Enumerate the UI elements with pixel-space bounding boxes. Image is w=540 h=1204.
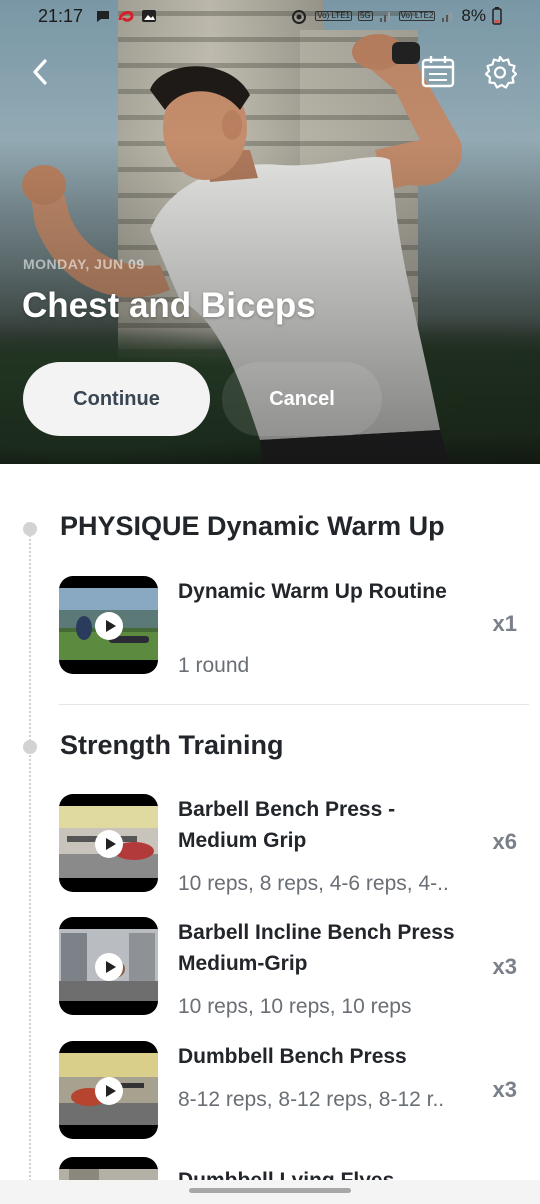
volte-1-badge: Vo) LTE1 xyxy=(315,11,352,21)
exercise-name: Dynamic Warm Up Routine xyxy=(178,580,447,603)
workout-content[interactable]: PHYSIQUE Dynamic Warm Up Dynamic Warm Up… xyxy=(0,464,540,1204)
back-button[interactable] xyxy=(18,50,62,94)
exercise-item[interactable]: Barbell Incline Bench Press Medium-Grip … xyxy=(59,917,529,1018)
exercise-detail: 10 reps, 8 reps, 4-6 reps, 4-.. xyxy=(178,872,449,895)
exercise-count: x6 xyxy=(492,829,517,854)
continue-button[interactable]: Continue xyxy=(23,362,210,436)
exercise-name: Barbell Bench Press - Medium Grip xyxy=(178,798,396,852)
volte-2-badge: Vo) LTE2 xyxy=(398,11,436,21)
notification-icons xyxy=(95,8,157,24)
exercise-count: x3 xyxy=(492,954,517,979)
chevron-left-icon xyxy=(33,59,47,85)
timeline-dot xyxy=(23,740,37,754)
5g-badge: 5G xyxy=(357,11,373,21)
chat-icon xyxy=(97,11,109,22)
exercise-thumbnail[interactable] xyxy=(59,794,158,892)
exercise-detail: 10 reps, 10 reps, 10 reps xyxy=(178,995,412,1018)
timeline-line xyxy=(29,528,31,1204)
exercise-item[interactable]: Dynamic Warm Up Routine 1 round x1 xyxy=(59,576,529,677)
gear-icon xyxy=(484,55,517,89)
exercise-count: x3 xyxy=(492,1077,517,1102)
exercise-detail: 8-12 reps, 8-12 reps, 8-12 r.. xyxy=(178,1088,445,1111)
play-icon xyxy=(95,1077,123,1105)
settings-button[interactable] xyxy=(478,50,522,94)
exercise-item[interactable]: Dumbbell Bench Press 8-12 reps, 8-12 rep… xyxy=(59,1041,529,1139)
gesture-navigation-bar xyxy=(0,1180,540,1204)
gallery-icon xyxy=(142,10,156,22)
status-time: 21:17 xyxy=(38,6,84,26)
hero-banner: 21:17 Vo) LTE1 5G Vo) LTE2 8% MONDAY, JU… xyxy=(0,0,540,464)
exercise-count: x1 xyxy=(492,611,517,636)
battery-percent: 8% xyxy=(461,6,486,25)
battery-icon xyxy=(492,7,502,25)
exercise-name: Barbell Incline Bench Press Medium-Grip xyxy=(178,921,455,975)
hotspot-icon xyxy=(292,10,307,24)
exercise-thumbnail[interactable] xyxy=(59,1041,158,1139)
calendar-button[interactable] xyxy=(416,50,460,94)
workout-title: Chest and Biceps xyxy=(22,286,316,325)
home-indicator[interactable] xyxy=(189,1188,351,1193)
workout-date: MONDAY, JUN 09 xyxy=(23,256,145,272)
timeline-dot xyxy=(23,522,37,536)
play-icon xyxy=(95,612,123,640)
exercise-item[interactable]: Barbell Bench Press - Medium Grip 10 rep… xyxy=(59,794,529,895)
section-divider xyxy=(59,704,529,705)
section-title: PHYSIQUE Dynamic Warm Up xyxy=(60,511,445,541)
signal-1-icon xyxy=(379,12,390,22)
exercise-name: Dumbbell Bench Press xyxy=(178,1045,407,1068)
cancel-button[interactable]: Cancel xyxy=(222,362,382,436)
exercise-detail: 1 round xyxy=(178,654,250,677)
calendar-icon xyxy=(421,56,455,88)
signal-2-icon xyxy=(442,12,453,22)
play-icon xyxy=(95,953,123,981)
status-bar: 21:17 Vo) LTE1 5G Vo) LTE2 8% xyxy=(0,0,540,34)
airtel-icon xyxy=(118,11,134,22)
section-title: Strength Training xyxy=(60,730,284,760)
play-icon xyxy=(95,830,123,858)
exercise-thumbnail[interactable] xyxy=(59,917,158,1015)
exercise-thumbnail[interactable] xyxy=(59,576,158,674)
system-icons: Vo) LTE1 5G Vo) LTE2 8% xyxy=(289,6,502,26)
